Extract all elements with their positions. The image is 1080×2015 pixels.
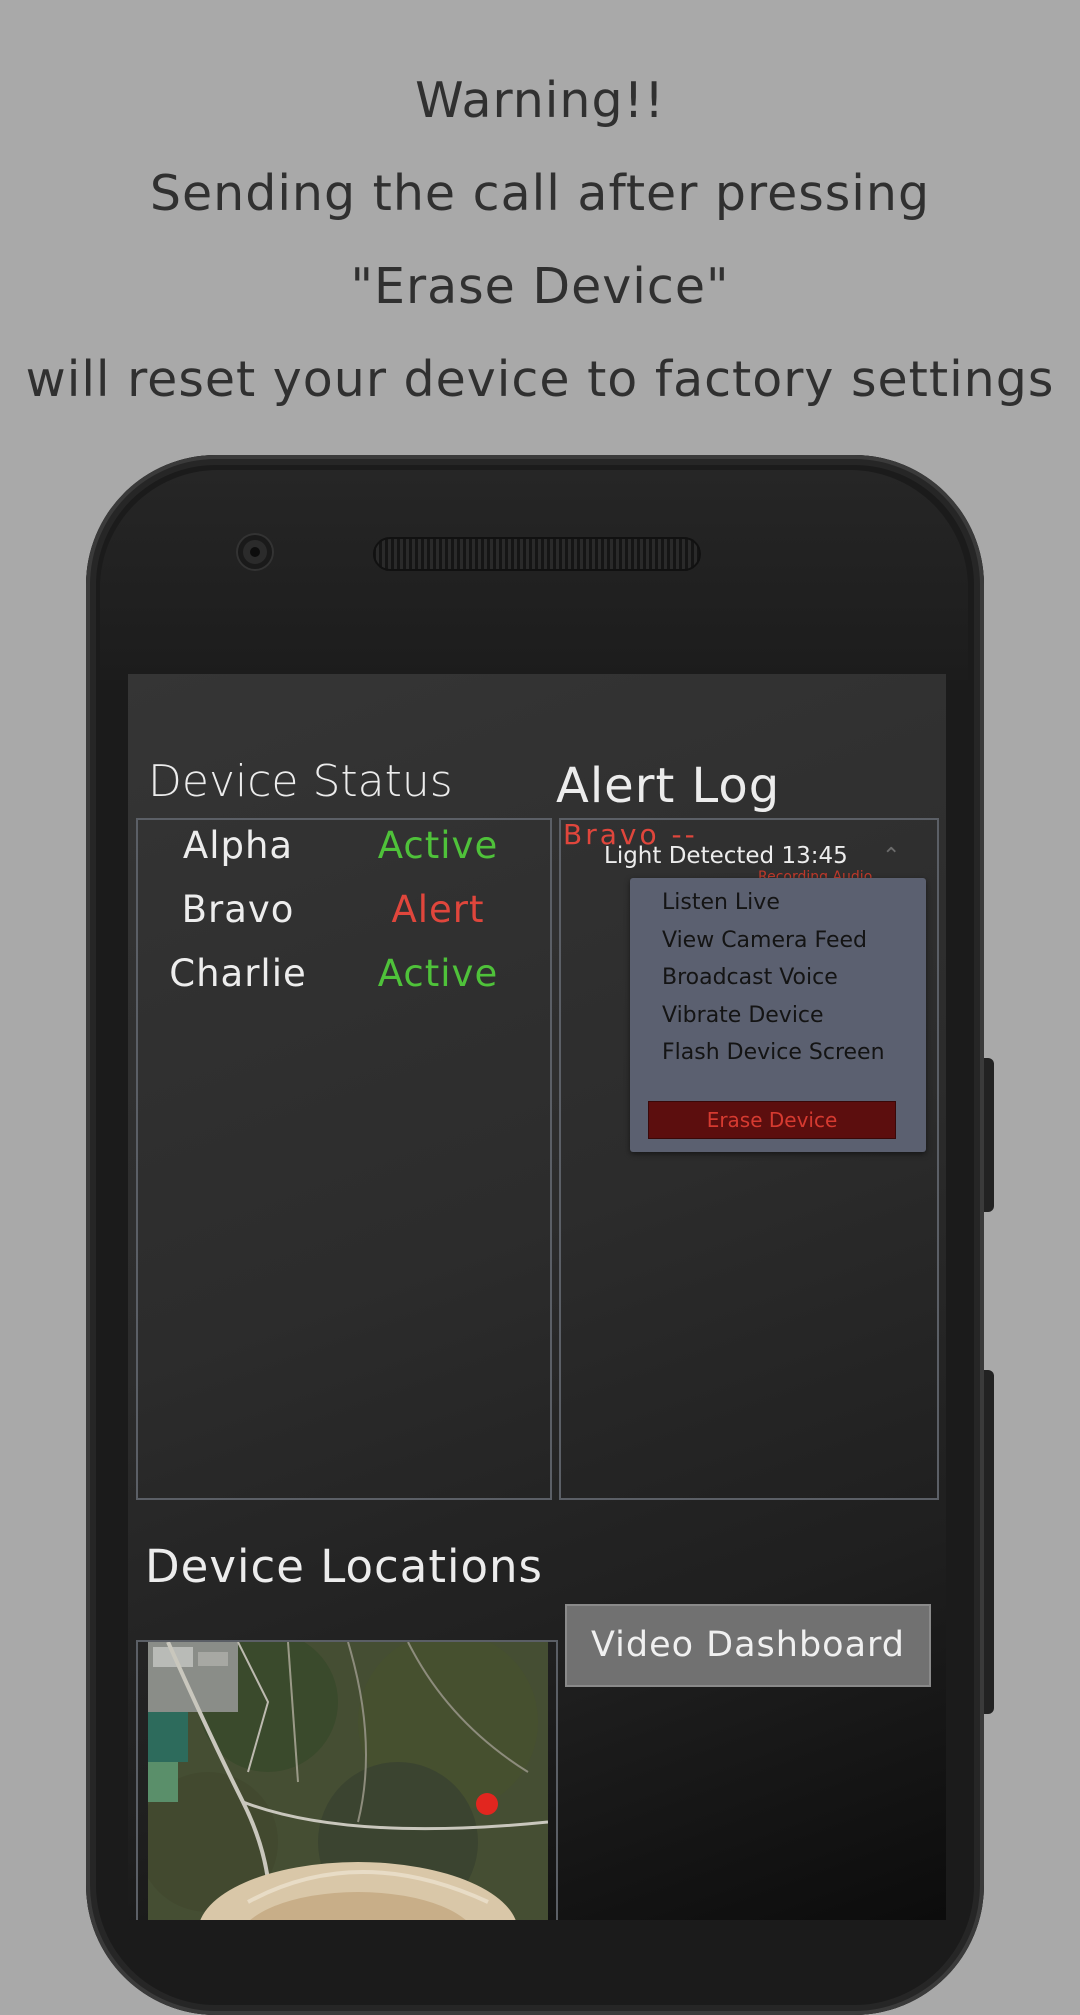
warning-line-3: will reset your device to factory settin…	[25, 351, 1055, 408]
device-name: Alpha	[182, 824, 294, 867]
phone-top-bezel	[100, 470, 968, 680]
chevron-up-icon[interactable]: ⌃	[882, 844, 900, 869]
phone-side-button-top	[984, 1058, 994, 1212]
device-map[interactable]	[148, 1642, 548, 1920]
menu-item-view-camera-feed[interactable]: View Camera Feed	[662, 928, 867, 953]
erase-device-button[interactable]: Erase Device	[648, 1101, 896, 1139]
device-row-alpha[interactable]: Alpha Active	[138, 824, 550, 884]
menu-item-flash-device-screen[interactable]: Flash Device Screen	[662, 1040, 885, 1065]
warning-line-2: "Erase Device"	[350, 258, 730, 315]
device-status-value: Alert	[391, 888, 485, 931]
device-status-panel: Alpha Active Bravo Alert Charlie Active	[136, 818, 552, 1500]
video-dashboard-button[interactable]: Video Dashboard	[565, 1604, 931, 1687]
alert-log-title: Alert Log	[556, 758, 781, 814]
satellite-map-image	[148, 1642, 548, 1920]
device-row-bravo[interactable]: Bravo Alert	[138, 888, 550, 948]
device-location-marker[interactable]	[476, 1793, 498, 1815]
menu-item-vibrate-device[interactable]: Vibrate Device	[662, 1003, 824, 1028]
device-status-value: Active	[377, 952, 499, 995]
alert-entry-message[interactable]: Light Detected 13:45	[604, 843, 848, 869]
device-name: Charlie	[169, 952, 307, 995]
device-locations-title: Device Locations	[145, 1540, 543, 1593]
warning-title: Warning!!	[415, 72, 665, 129]
front-camera	[238, 535, 272, 569]
phone-side-button-bottom	[984, 1370, 994, 1714]
menu-item-listen-live[interactable]: Listen Live	[662, 890, 780, 915]
device-status-title: Device Status	[148, 756, 453, 807]
device-status-value: Active	[377, 824, 499, 867]
warning-line-1: Sending the call after pressing	[149, 165, 931, 222]
speaker-grille	[373, 537, 701, 571]
device-row-charlie[interactable]: Charlie Active	[138, 952, 550, 1012]
alert-action-menu: Listen Live View Camera Feed Broadcast V…	[630, 878, 926, 1152]
device-name: Bravo	[181, 888, 295, 931]
menu-item-broadcast-voice[interactable]: Broadcast Voice	[662, 965, 838, 990]
app-screen: Device Status Alert Log Alpha Active Bra…	[128, 674, 946, 1920]
